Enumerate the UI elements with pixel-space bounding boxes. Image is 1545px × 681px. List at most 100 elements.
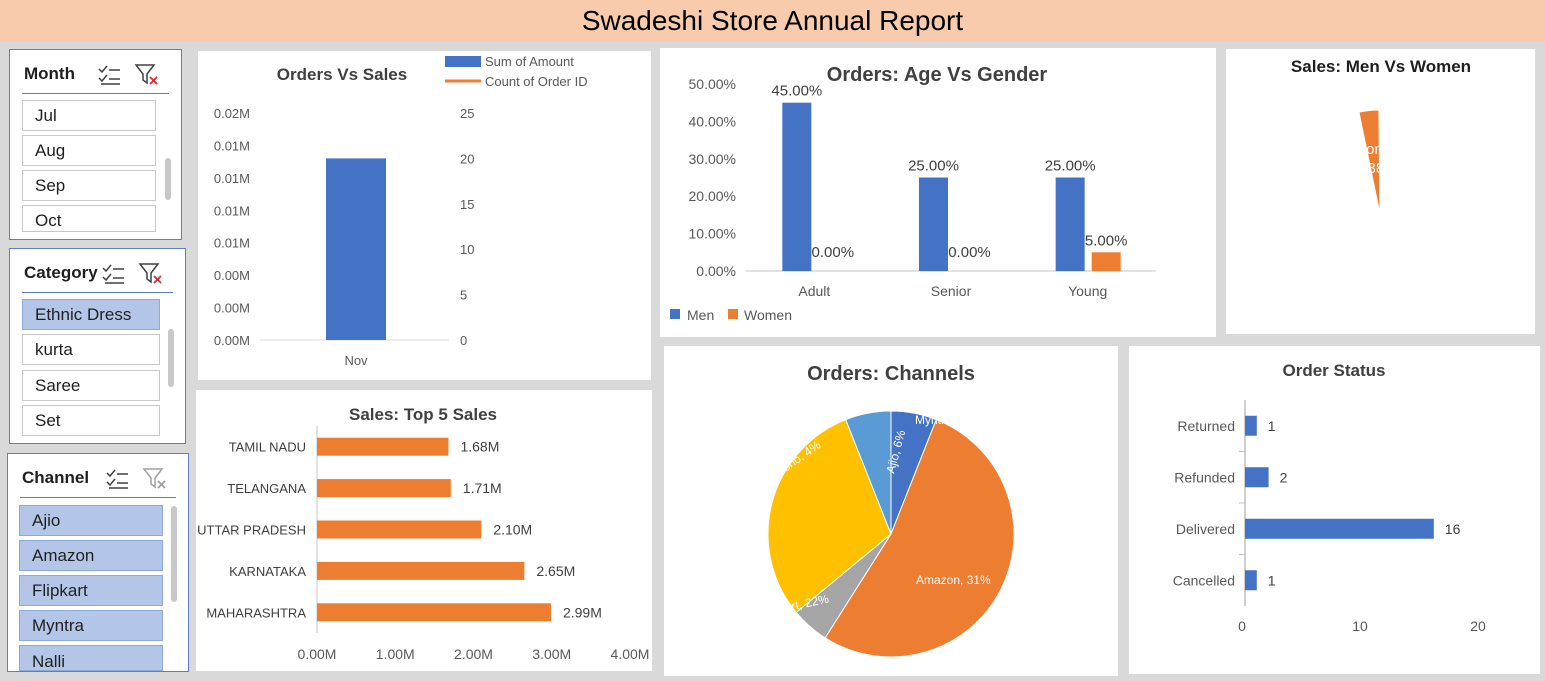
bar-men-senior: [919, 177, 948, 271]
y-tick-label: 30.00%: [689, 151, 736, 167]
data-label-myntra: Myntra: [915, 413, 952, 427]
multi-select-icon[interactable]: [104, 466, 130, 492]
data-label: 1.68M: [460, 439, 499, 455]
category-slicer-header: Category: [22, 257, 173, 293]
y-tick-label: Returned: [1177, 418, 1235, 434]
category-slicer[interactable]: Category Ethnic Dress kurta Saree Set: [9, 248, 186, 444]
x-tick-label: 0: [1238, 618, 1246, 634]
y-tick-label: 0.00M: [214, 268, 250, 283]
bar-karnataka: [317, 561, 525, 580]
y-tick-label: Refunded: [1174, 469, 1235, 485]
month-slicer[interactable]: Month Jul Aug Sep Oct: [9, 49, 182, 240]
y-tick-label: 50.00%: [689, 76, 736, 92]
data-label-men: Men, 14556: [1361, 270, 1403, 307]
bar-delivered: [1245, 518, 1434, 539]
chart-title: Order Status: [1283, 361, 1386, 380]
slicer-item-ajio[interactable]: Ajio: [19, 505, 163, 536]
y-tick-label: 10.00%: [689, 226, 736, 242]
top5-sales-svg: Sales: Top 5 Sales TAMIL NADU 1.68M TELANGA…: [197, 405, 650, 662]
slicer-item-oct[interactable]: Oct: [22, 205, 156, 232]
slicer-item-set[interactable]: Set: [22, 405, 160, 436]
y-tick-label: 40.00%: [689, 113, 736, 129]
slicer-item-nalli[interactable]: Nalli: [19, 645, 163, 671]
channel-slicer[interactable]: Channel Ajio Amazon Flipkart Myntra Nall…: [7, 453, 189, 672]
y-tick-label: MAHARASHTRA: [206, 605, 306, 620]
slicer-item-myntra[interactable]: Myntra: [19, 610, 163, 641]
y-tick-label: TAMIL NADU: [229, 440, 306, 455]
slicer-item-jul[interactable]: Jul: [22, 100, 156, 131]
x-tick-label: 10: [1352, 618, 1368, 634]
slicer-item-flipkart[interactable]: Flipkart: [19, 575, 163, 606]
channel-slicer-header: Channel: [20, 462, 176, 498]
slicer-item-aug[interactable]: Aug: [22, 135, 156, 166]
x-tick-label: 4.00M: [611, 646, 650, 662]
y-tick-label: Cancelled: [1173, 572, 1235, 588]
order-status-chart: Order Status Returned 1 Refunded 2 Delivered 1…: [1129, 346, 1540, 674]
data-label: 16: [1445, 521, 1461, 537]
y-tick-label: 0.01M: [214, 171, 250, 186]
slicer-item-ethnic-dress[interactable]: Ethnic Dress: [22, 299, 160, 330]
category-slicer-title: Category: [24, 263, 98, 282]
bar-men-adult: [782, 102, 812, 271]
y2-tick-label: 25: [460, 106, 474, 121]
legend-swatch-men: [670, 309, 680, 319]
legend-swatch-women: [728, 309, 738, 319]
category-slicer-scrollbar[interactable]: [168, 329, 174, 387]
bar-maharashtra: [317, 603, 551, 622]
y-tick-label: 0.01M: [214, 138, 250, 153]
x-tick-label: 0.00M: [298, 646, 337, 662]
y-tick-label: 0.01M: [214, 203, 250, 218]
legend-label-men: Men: [687, 307, 714, 323]
y-tick-label: KARNATAKA: [229, 564, 306, 579]
men-vs-women-chart: Sales: Men Vs Women Women, 388 Men, 14556: [1226, 49, 1535, 334]
slicer-item-sep[interactable]: Sep: [22, 170, 156, 201]
data-label: 5.00%: [1085, 232, 1128, 249]
order-status-svg: Order Status Returned 1 Refunded 2 Delivered 1…: [1173, 361, 1486, 634]
y2-tick-label: 5: [460, 288, 467, 303]
slicer-item-saree[interactable]: Saree: [22, 370, 160, 401]
chart-title: Sales: Top 5 Sales: [349, 405, 497, 424]
y-tick-label: 0.00%: [696, 263, 736, 279]
clear-filter-icon[interactable]: [138, 261, 164, 287]
month-slicer-title: Month: [24, 64, 75, 83]
bar-men-young: [1055, 177, 1085, 271]
clear-filter-icon[interactable]: [142, 466, 168, 492]
data-label: 2.99M: [563, 604, 602, 620]
legend-label-count-of-order-id: Count of Order ID: [485, 74, 588, 89]
x-tick-label: 2.00M: [454, 646, 493, 662]
month-slicer-scrollbar[interactable]: [165, 158, 171, 200]
x-tick-label: Young: [1068, 283, 1107, 299]
multi-select-icon[interactable]: [96, 62, 122, 88]
data-label: 25.00%: [1045, 158, 1096, 175]
orders-vs-sales-chart: Orders Vs Sales Sum of Amount Count of Ord…: [198, 51, 651, 380]
channel-slicer-scrollbar[interactable]: [171, 506, 177, 602]
bar-women-young: [1091, 252, 1121, 271]
multi-select-icon[interactable]: [100, 261, 126, 287]
y-tick-label: 0.00M: [214, 301, 250, 316]
slicer-item-amazon[interactable]: Amazon: [19, 540, 163, 571]
chart-title: Orders: Age Vs Gender: [827, 64, 1048, 86]
channels-chart: Orders: Channels Myntra Amazon, 31% Flipkar…: [664, 346, 1118, 676]
data-label: 2: [1280, 469, 1288, 485]
legend-label-sum-of-amount: Sum of Amount: [485, 54, 574, 69]
data-label-women: Women, 388: [1352, 141, 1408, 177]
top5-sales-chart: Sales: Top 5 Sales TAMIL NADU 1.68M TELANGA…: [196, 390, 652, 671]
y-tick-label: 20.00%: [689, 188, 736, 204]
y2-tick-label: 15: [460, 197, 474, 212]
bar-uttar-pradesh: [317, 520, 482, 539]
y-tick-label: 0.01M: [214, 236, 250, 251]
slicer-item-kurta[interactable]: kurta: [22, 334, 160, 365]
data-label: 25.00%: [908, 158, 959, 175]
age-vs-gender-chart: Orders: Age Vs Gender 0.00% 10.00% 20.00% 30…: [660, 48, 1216, 337]
bar-telangana: [317, 479, 451, 498]
data-label: 0.00%: [948, 244, 991, 261]
bar-cancelled: [1245, 570, 1257, 591]
x-tick-label: Nov: [344, 353, 368, 368]
y-tick-label: 0.00M: [214, 333, 250, 348]
clear-filter-icon[interactable]: [134, 62, 160, 88]
orders-vs-sales-svg: Orders Vs Sales Sum of Amount Count of Ord…: [214, 54, 588, 368]
bar-sum-of-amount-nov: [326, 158, 386, 340]
y2-tick-label: 0: [460, 333, 467, 348]
data-label: 1: [1268, 572, 1276, 588]
bar-refunded: [1245, 467, 1269, 488]
